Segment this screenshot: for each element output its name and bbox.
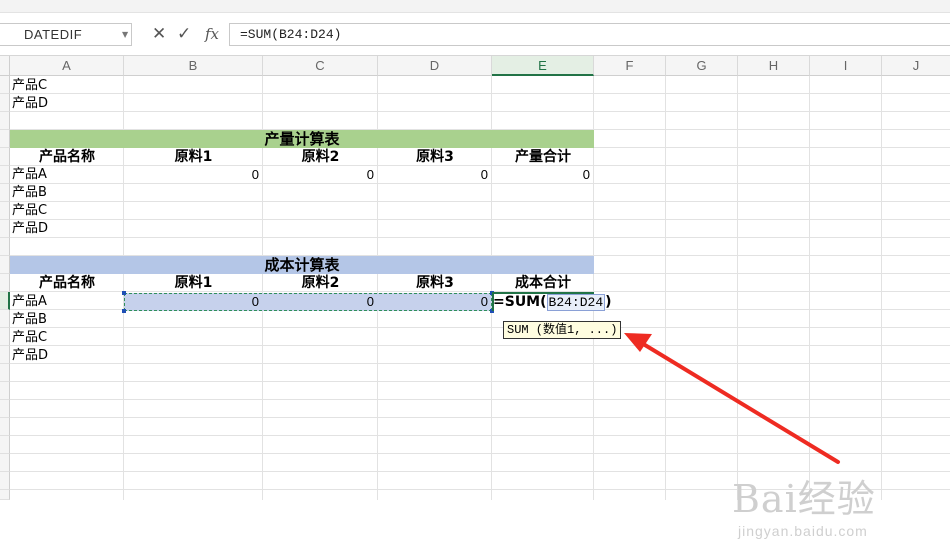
annotation-arrow-icon — [624, 333, 840, 464]
watermark-url: jingyan.baidu.com — [738, 523, 868, 539]
arrow-shaft — [638, 340, 840, 464]
arrow-head — [624, 333, 652, 352]
